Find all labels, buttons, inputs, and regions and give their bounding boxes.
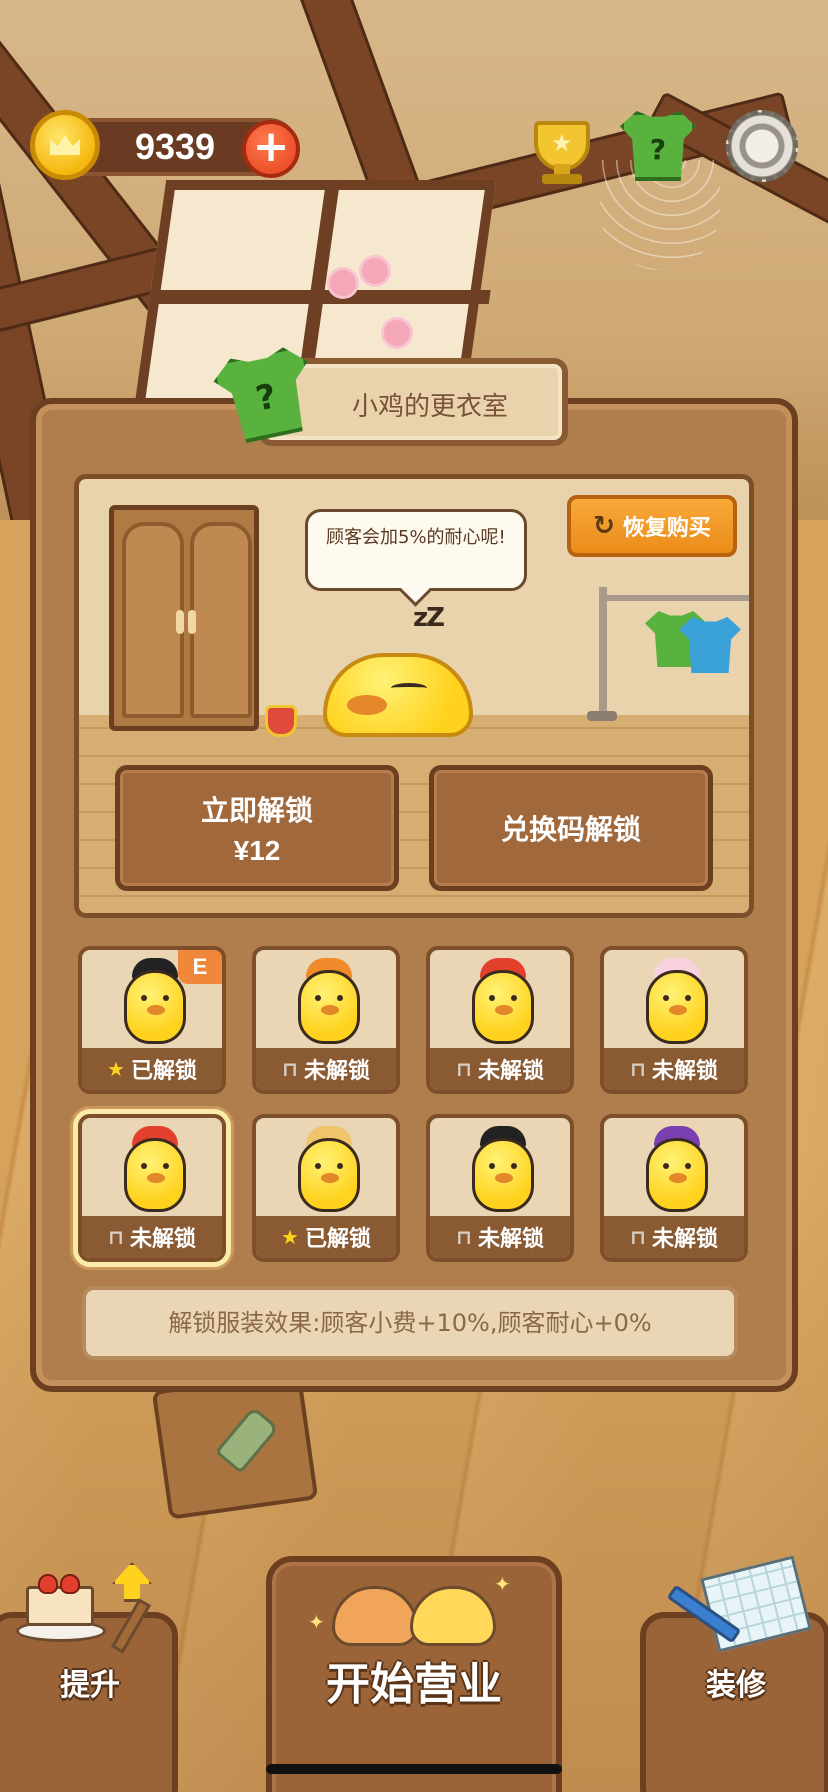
home-indicator[interactable]	[266, 1764, 562, 1774]
speech-bubble: 顾客会加5%的耐心呢!	[305, 509, 527, 591]
costume-card[interactable]: ⊓ 未解锁	[426, 946, 574, 1094]
upgrade-hammer-icon	[96, 1562, 166, 1654]
unlock-price: ¥12	[233, 835, 281, 866]
clothes-rack	[587, 587, 749, 727]
costume-card[interactable]: E ★ 已解锁	[78, 946, 226, 1094]
costume-status: ⊓ 未解锁	[82, 1216, 222, 1258]
lock-icon: ⊓	[108, 1225, 124, 1249]
star-icon: ★	[281, 1225, 299, 1249]
dressing-room-scene: 顾客会加5%的耐心呢! zZ ↻ 恢复购买 立即解锁 ¥12 兑换码解锁	[74, 474, 754, 918]
sleeping-chick	[323, 653, 473, 737]
restore-purchase-button[interactable]: ↻ 恢复购买	[567, 495, 737, 557]
add-coins-button[interactable]: +	[242, 120, 300, 178]
costume-status: ⊓ 未解锁	[430, 1216, 570, 1258]
costume-status-label: 已解锁	[130, 1059, 197, 1084]
costume-status-label: 已解锁	[304, 1227, 371, 1252]
restore-purchase-label: 恢复购买	[622, 516, 711, 541]
redeem-code-button[interactable]: 兑换码解锁	[429, 765, 713, 891]
chick-costume-avatar	[472, 1138, 534, 1212]
upgrade-label: 提升	[60, 1668, 120, 1703]
costume-status: ⊓ 未解锁	[604, 1048, 744, 1090]
costume-status: ★ 已解锁	[82, 1048, 222, 1090]
costume-card[interactable]: ⊓ 未解锁	[252, 946, 400, 1094]
costume-status-label: 未解锁	[129, 1227, 196, 1252]
decorate-label: 装修	[706, 1668, 766, 1703]
costume-status-label: 未解锁	[477, 1059, 544, 1084]
lock-icon: ⊓	[630, 1057, 646, 1081]
blossom-flower	[330, 270, 356, 296]
redeem-code-label: 兑换码解锁	[500, 813, 641, 846]
costume-status: ⊓ 未解锁	[256, 1048, 396, 1090]
lock-icon: ⊓	[282, 1057, 298, 1081]
sleep-zzz: zZ	[413, 603, 445, 633]
wardrobe-shirt-icon[interactable]: ?	[620, 108, 696, 184]
gear-icon[interactable]	[724, 108, 800, 184]
start-business-label: 开始营业	[326, 1659, 502, 1710]
costume-effect-text: 解锁服装效果:顾客小费+10%,顾客耐心+0%	[82, 1286, 738, 1360]
crown-icon	[265, 705, 297, 737]
refresh-icon: ↻	[593, 511, 615, 541]
costume-card[interactable]: ⊓ 未解锁	[600, 1114, 748, 1262]
chicks-icon: ✦ ✦	[308, 1570, 511, 1646]
costume-card[interactable]: ⊓ 未解锁	[78, 1114, 226, 1262]
costume-status-label: 未解锁	[651, 1059, 718, 1084]
costume-status: ⊓ 未解锁	[430, 1048, 570, 1090]
chick-costume-avatar	[646, 970, 708, 1044]
costume-status: ★ 已解锁	[256, 1216, 396, 1258]
lock-icon: ⊓	[456, 1057, 472, 1081]
chick-costume-avatar	[646, 1138, 708, 1212]
panel-title: 小鸡的更衣室	[351, 392, 508, 422]
unlock-now-button[interactable]: 立即解锁 ¥12	[115, 765, 399, 891]
lock-icon: ⊓	[630, 1225, 646, 1249]
lock-icon: ⊓	[456, 1225, 472, 1249]
chick-costume-avatar	[124, 1138, 186, 1212]
wardrobe-closet	[109, 505, 259, 731]
costume-card[interactable]: ⊓ 未解锁	[426, 1114, 574, 1262]
costume-card[interactable]: ⊓ 未解锁	[600, 946, 748, 1094]
chick-costume-avatar	[298, 970, 360, 1044]
unlock-now-label: 立即解锁	[200, 794, 313, 827]
costume-status-label: 未解锁	[651, 1227, 718, 1252]
trophy-icon[interactable]	[524, 108, 600, 184]
blossom-flower	[362, 258, 388, 284]
costume-card[interactable]: ★ 已解锁	[252, 1114, 400, 1262]
coin-icon	[30, 110, 100, 180]
chick-costume-avatar	[298, 1138, 360, 1212]
costume-status-label: 未解锁	[303, 1059, 370, 1084]
equipped-badge: E	[178, 950, 222, 984]
costume-status-label: 未解锁	[477, 1227, 544, 1252]
chick-costume-avatar	[472, 970, 534, 1044]
coin-count: 9339	[134, 126, 216, 167]
costume-status: ⊓ 未解锁	[604, 1216, 744, 1258]
star-icon: ★	[107, 1057, 125, 1081]
chick-costume-avatar	[124, 970, 186, 1044]
blossom-flower	[384, 320, 410, 346]
cake-icon	[16, 1574, 106, 1644]
